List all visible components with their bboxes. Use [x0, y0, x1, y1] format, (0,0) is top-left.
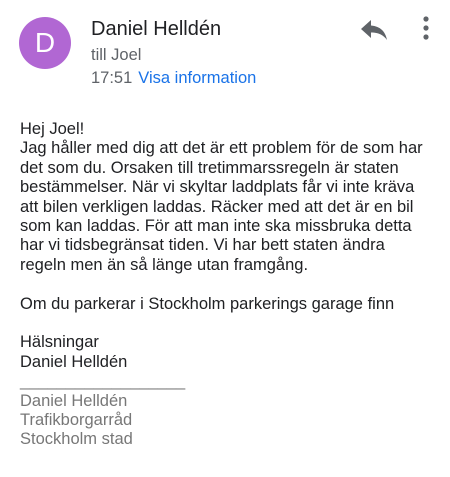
signature-name: Daniel Helldén	[20, 391, 128, 410]
signature-organization: Stockholm stad	[20, 430, 133, 449]
more-vertical-icon	[423, 16, 429, 40]
reply-icon	[361, 20, 387, 40]
recipient-line: till Joel	[91, 46, 142, 64]
meta-line: 17:51 Visa information	[91, 69, 256, 88]
email-view: D Daniel Helldén till Joel 17:51 Visa inf…	[0, 0, 450, 477]
body-paragraph-1: Jag håller med dig att det är ett proble…	[20, 139, 423, 274]
sender-name[interactable]: Daniel Helldén	[91, 18, 221, 41]
closing-name: Daniel Helldén	[20, 352, 128, 371]
more-options-button[interactable]	[414, 14, 438, 46]
email-header: D Daniel Helldén till Joel 17:51 Visa inf…	[0, 0, 450, 100]
signature-title: Trafikborgarråd	[20, 411, 133, 430]
timestamp: 17:51	[91, 69, 133, 87]
closing: Hälsningar	[20, 333, 99, 352]
greeting: Hej Joel!	[20, 120, 85, 138]
sender-avatar[interactable]: D	[19, 17, 71, 69]
reply-button[interactable]	[357, 14, 393, 46]
show-details-link[interactable]: Visa information	[138, 69, 256, 87]
email-body: Hej Joel! Jag håller med dig att det är …	[20, 120, 442, 450]
signature-divider: __________________	[20, 372, 186, 391]
body-paragraph-2: Om du parkerar i Stockholm parkerings ga…	[20, 294, 395, 313]
